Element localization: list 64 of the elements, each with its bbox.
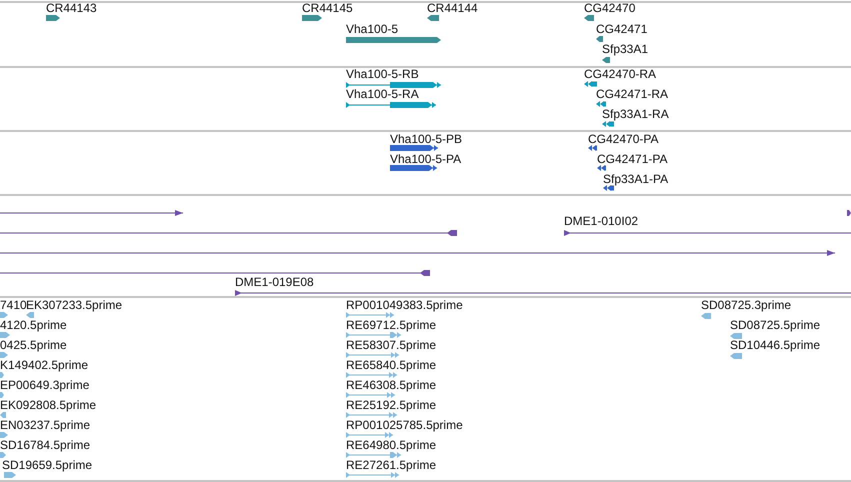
feature-label: 0425.5prime xyxy=(0,338,67,352)
feature-label: CG42471 xyxy=(596,22,648,36)
gene-arrow-icon[interactable] xyxy=(584,14,594,22)
clone-line-icon[interactable] xyxy=(564,229,851,237)
feature-label: Sfp33A1-PA xyxy=(603,172,668,186)
transcript-glyph-icon[interactable] xyxy=(584,80,597,88)
feature-label: RP001025785.5prime xyxy=(346,418,463,432)
feature-label: 7410 xyxy=(0,298,27,312)
feature-label: RE64980.5prime xyxy=(346,438,436,452)
feature-label: CG42471-RA xyxy=(596,87,668,101)
transcript-glyph-icon[interactable] xyxy=(603,184,614,192)
feature-label: SD16784.5prime xyxy=(0,438,90,452)
feature-label: SD19659.5prime xyxy=(2,458,92,472)
transcript-glyph-icon[interactable] xyxy=(597,164,606,172)
feature-label: RE69712.5prime xyxy=(346,318,436,332)
transcript-glyph-icon[interactable] xyxy=(596,100,606,108)
feature-label: RE65840.5prime xyxy=(346,358,436,372)
feature-label: Sfp33A1 xyxy=(602,42,648,56)
transcript-glyph-icon[interactable] xyxy=(588,144,597,152)
gene-arrow-icon[interactable] xyxy=(847,209,851,217)
feature-label: RE46308.5prime xyxy=(346,378,436,392)
feature-label: CR44144 xyxy=(427,1,478,15)
feature-label: SD08725.3prime xyxy=(701,298,792,312)
feature-label: Vha100-5-PA xyxy=(390,152,462,166)
feature-label: EN03237.5prime xyxy=(0,418,90,432)
feature-label: 4120.5prime xyxy=(0,318,67,332)
transcript-glyph-icon[interactable] xyxy=(346,81,441,89)
feature-label: Sfp33A1-RA xyxy=(602,107,669,121)
feature-label: EK092808.5prime xyxy=(0,398,96,412)
feature-label: RE25192.5prime xyxy=(346,398,436,412)
transcript-glyph-icon[interactable] xyxy=(602,120,614,128)
clone-line-icon[interactable] xyxy=(235,289,851,297)
gene-arrow-icon[interactable] xyxy=(302,14,322,22)
transcript-glyph-icon[interactable] xyxy=(390,164,437,172)
transcript-glyph-icon[interactable] xyxy=(390,144,438,152)
feature-label: CG42470-PA xyxy=(588,132,658,146)
feature-label: Vha100-5 xyxy=(346,22,398,36)
feature-label: CR44145 xyxy=(302,1,353,15)
feature-label: CG42470-RA xyxy=(584,67,656,81)
gene-arrow-icon[interactable] xyxy=(596,35,603,43)
clone-line-icon[interactable] xyxy=(0,229,457,237)
feature-label: EP00649.3prime xyxy=(0,378,90,392)
feature-label: Vha100-5-RA xyxy=(346,87,419,101)
feature-label: CR44143 xyxy=(46,1,97,15)
gene-arrow-icon[interactable] xyxy=(602,56,610,64)
feature-label: SD10446.5prime xyxy=(730,338,820,352)
feature-label: DME1-019E08 xyxy=(235,275,314,289)
feature-label: Vha100-5-PB xyxy=(390,132,462,146)
feature-label: EK307233.5prime xyxy=(26,298,122,312)
feature-label: SD08725.5prime xyxy=(730,318,820,332)
gene-arrow-icon[interactable] xyxy=(46,14,60,22)
feature-label: Vha100-5-RB xyxy=(346,67,419,81)
clone-line-icon[interactable] xyxy=(0,209,183,217)
feature-label: RP001049383.5prime xyxy=(346,298,463,312)
feature-label: RE58307.5prime xyxy=(346,338,436,352)
feature-label: CG42470 xyxy=(584,1,636,15)
gene-arrow-icon[interactable] xyxy=(427,14,439,22)
feature-label: RE27261.5prime xyxy=(346,458,436,472)
feature-label: CG42471-PA xyxy=(597,152,668,166)
clone-line-icon[interactable] xyxy=(0,269,430,277)
feature-label: DME1-010I02 xyxy=(564,214,638,228)
feature-label: K149402.5prime xyxy=(0,358,88,372)
clone-line-icon[interactable] xyxy=(0,249,835,257)
transcript-glyph-icon[interactable] xyxy=(346,101,436,109)
